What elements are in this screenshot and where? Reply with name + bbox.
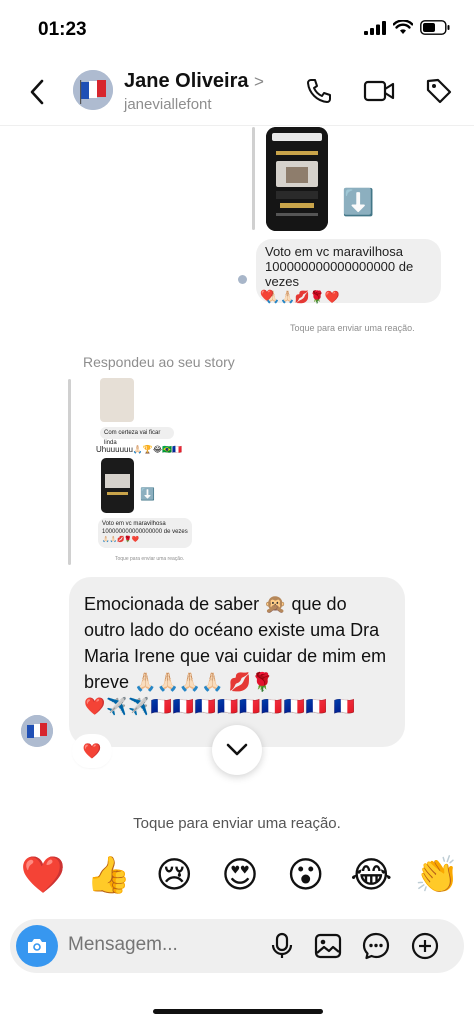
sender-avatar-flag [21, 715, 53, 747]
react-clapping[interactable]: 👏 [414, 852, 460, 898]
battery-icon [420, 20, 450, 35]
chat-header: Jane Oliveira > janeviallefont [0, 58, 474, 126]
story-thumbnail[interactable] [266, 127, 328, 231]
video-camera-icon [363, 80, 395, 102]
image-icon [314, 933, 342, 959]
arrows-emoji: ⬇️ [342, 187, 375, 217]
received-message-text: Emocionada de saber 🙊 que do outro lado … [84, 594, 387, 692]
phone-icon [307, 79, 331, 103]
avatar-flag-image [73, 70, 113, 110]
reply-indicator-bar [252, 127, 255, 230]
more-button[interactable] [409, 930, 441, 962]
camera-button[interactable] [16, 925, 58, 967]
gallery-button[interactable] [312, 930, 344, 962]
call-button[interactable] [302, 74, 336, 108]
react-heart[interactable]: ❤️ [20, 852, 66, 898]
sent-vote-emojis: 🙏🏻🙏🏻💋🌹❤️ [265, 290, 340, 304]
nested-vote-emojis: 🙏🏻🙏🏻💋🌹❤️ [102, 537, 140, 543]
video-call-button[interactable] [362, 74, 396, 108]
scroll-to-bottom-button[interactable] [212, 725, 262, 775]
contact-name[interactable]: Jane Oliveira [124, 70, 249, 93]
story-image [266, 127, 328, 231]
quick-reaction-bar: ❤️ 👍 😢 😍 😮 😂 👏 [20, 852, 460, 898]
reaction-hint: Toque para enviar uma reação. [133, 815, 341, 832]
react-crying[interactable]: 😢 [151, 852, 197, 898]
nested-vote-bubble: Voto em vc maravilhosa 10000000000000000… [98, 518, 192, 548]
message-reaction[interactable]: ❤️ [74, 736, 110, 766]
nested-text-1: Com certeza vai ficar linda [100, 427, 174, 446]
story-reply-label: Respondeu ao seu story [83, 354, 235, 370]
sender-avatar[interactable] [21, 715, 53, 747]
message-input[interactable] [68, 934, 248, 956]
sent-reaction[interactable]: ❤️ [260, 289, 274, 302]
status-bar: 01:23 [0, 0, 474, 52]
microphone-icon [271, 932, 293, 958]
mini-avatar [238, 275, 247, 284]
react-thumbs-up[interactable]: 👍 [86, 852, 132, 898]
nested-story-image [105, 474, 130, 495]
react-heart-eyes[interactable]: 😍 [217, 852, 263, 898]
contact-username[interactable]: janeviallefont [124, 96, 212, 113]
received-message-bubble[interactable]: Emocionada de saber 🙊 que do outro lado … [69, 577, 405, 747]
message-composer [10, 919, 464, 973]
nested-vote-text: Voto em vc maravilhosa 10000000000000000… [102, 521, 188, 535]
sent-vote-text: Voto em vc maravilhosa 10000000000000000… [265, 244, 414, 289]
nested-thumb-2 [101, 458, 134, 513]
status-time: 01:23 [38, 19, 87, 40]
status-icons [364, 20, 450, 35]
message-thread[interactable]: ⬇️ Voto em vc maravilhosa 10000000000000… [0, 127, 474, 827]
tag-icon [426, 78, 452, 104]
profile-chevron-icon[interactable]: > [254, 72, 264, 92]
tag-button[interactable] [422, 74, 456, 108]
sticker-button[interactable] [360, 930, 392, 962]
react-laughing[interactable]: 😂 [348, 852, 394, 898]
react-surprised[interactable]: 😮 [283, 852, 329, 898]
home-indicator [153, 1009, 323, 1014]
back-arrow-icon [30, 79, 44, 105]
nested-arrows-emoji: ⬇️ [140, 487, 155, 501]
wifi-icon [393, 20, 413, 34]
back-button[interactable] [22, 74, 52, 110]
chevron-down-icon [226, 743, 248, 756]
story-reply-bar [68, 379, 71, 565]
contact-avatar[interactable] [73, 70, 113, 110]
nested-text-2: Uhuuuuuu🙏🏻🏆😂🇧🇷🇫🇷 [96, 445, 183, 454]
received-message-emojis: ❤️✈️✈️🇫🇷🇫🇷🇫🇷🇫🇷🇫🇷🇫🇷🇫🇷🇫🇷 🇫🇷 [84, 697, 356, 716]
sent-vote-bubble[interactable]: Voto em vc maravilhosa 10000000000000000… [256, 239, 441, 304]
signal-icon [364, 20, 386, 35]
reaction-hint-upper: Toque para enviar uma reação. [290, 323, 415, 333]
nested-hint: Toque para enviar uma reação. [115, 556, 185, 562]
chat-bubble-icon [362, 932, 390, 960]
camera-icon [28, 939, 46, 953]
plus-circle-icon [411, 932, 439, 960]
voice-button[interactable] [266, 930, 298, 962]
nested-thumb-1 [100, 378, 134, 422]
